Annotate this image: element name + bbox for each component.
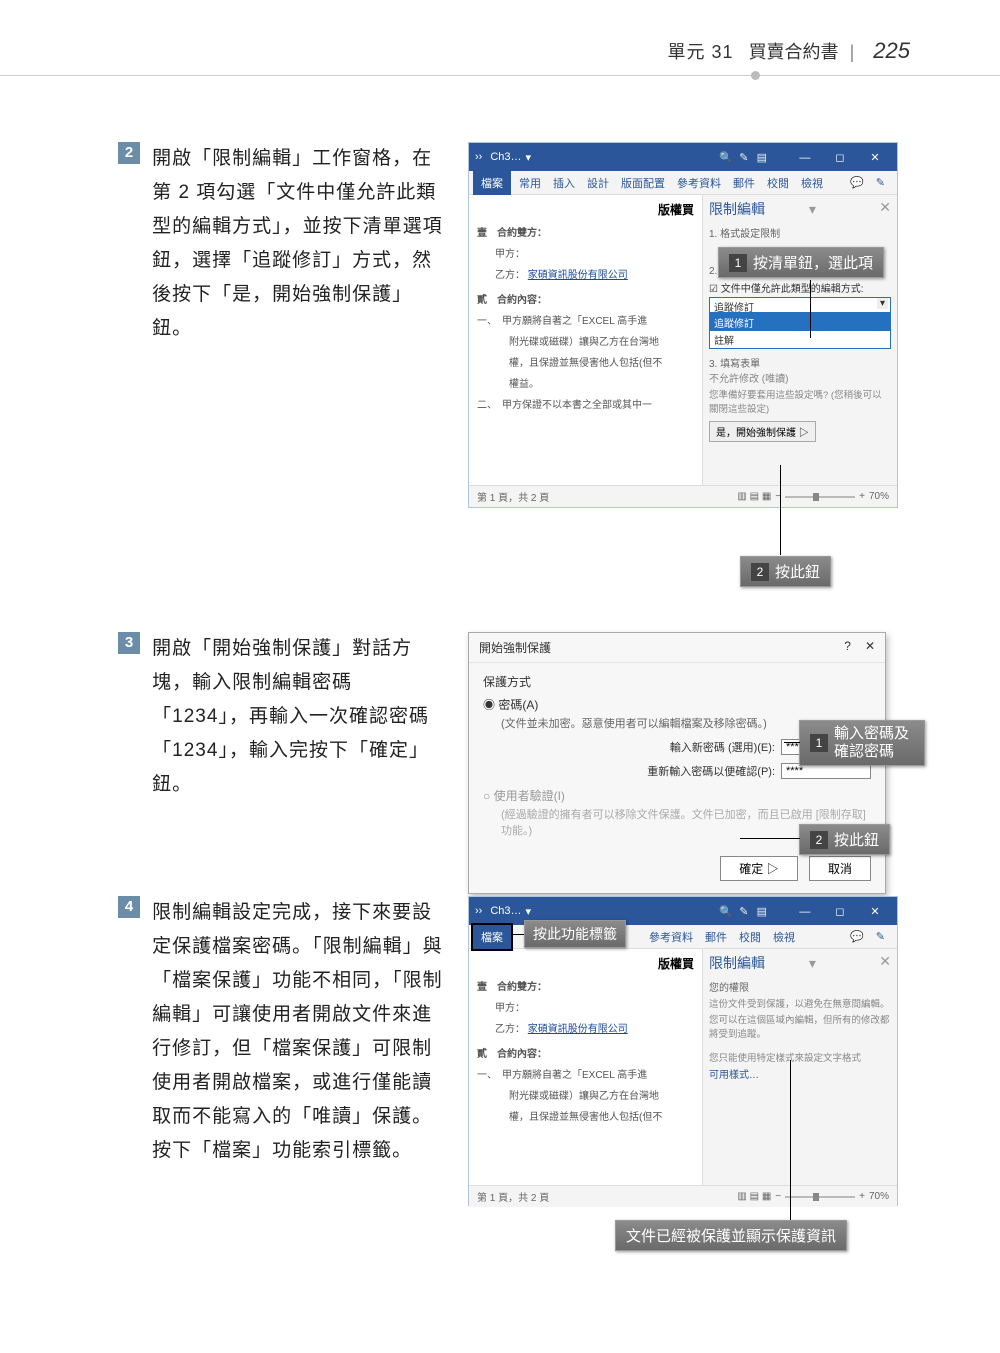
tab-design[interactable]: 設計 (581, 175, 615, 191)
ribbon-collapse-icon[interactable]: ▤ (753, 151, 771, 164)
step-3-text: 開啟「開始強制保護」對話方塊，輸入限制編輯密碼「1234」，再輸入一次確認密碼「… (152, 632, 447, 802)
zoom-slider[interactable] (785, 1196, 855, 1198)
radio-password[interactable]: ◉ 密碼(A) (483, 696, 871, 713)
tab-review[interactable]: 校閱 (761, 175, 795, 191)
chapter-title: 買賣合約書 (749, 42, 839, 62)
step-2: 2 開啟「限制編輯」工作窗格，在第 2 項勾選「文件中僅允許此類型的編輯方式」，… (118, 142, 447, 346)
ok-button[interactable]: 確定 ▷ (720, 856, 797, 881)
tab-references[interactable]: 參考資料 (671, 175, 727, 191)
comment-icon[interactable]: 💬 (844, 176, 870, 189)
step-4-num: 4 (118, 896, 140, 918)
minimize-button[interactable]: — (789, 906, 821, 918)
zoom-slider[interactable] (785, 496, 855, 498)
doc-title: 版權買 (477, 201, 694, 218)
maximize-button[interactable]: ◻ (824, 905, 856, 918)
document-body: 版權買 壹 合約雙方： 甲方： 乙方： 家碩資訊股份有限公司 貳 合約內容： 一… (469, 195, 702, 485)
close-button[interactable]: ✕ (859, 151, 891, 164)
zoom-value: 70% (869, 491, 889, 502)
tab-file[interactable]: 檔案 (473, 925, 511, 949)
pane-title: 限制編輯 (709, 955, 765, 971)
title-bar: ›› Ch3… ▾ 🔍 ✎ ▤ — ◻ ✕ (469, 143, 897, 171)
view-icons[interactable]: ▥ ▤ ▦ (737, 1191, 771, 1202)
callout-3b: 2按此鈕 (799, 824, 890, 855)
qatoolbar[interactable]: ›› (475, 151, 482, 163)
unit-label: 單元 31 (668, 42, 734, 62)
step-4: 4 限制編輯設定完成，接下來要設定保護檔案密碼。「限制編輯」與「檔案保護」功能不… (118, 896, 447, 1168)
available-styles-link[interactable]: 可用樣式… (709, 1066, 891, 1081)
tab-home[interactable]: 常用 (513, 175, 547, 191)
close-button[interactable]: ✕ (859, 905, 891, 918)
perm-label: 您的權限 (709, 979, 891, 994)
callout-3a: 1輸入密碼及確認密碼 (799, 720, 925, 766)
restrict-editing-pane: 限制編輯 ▾ ✕ 1. 格式設定限制 2. 編輯限制 ☑ 文件中僅允許此類型的編… (702, 195, 897, 485)
callout-4a: 按此功能標籤 (524, 920, 626, 948)
restrict-editing-pane: 限制編輯 ▾ ✕ 您的權限 這份文件受到保護，以避免在無意間編輯。 您可以在這個… (702, 949, 897, 1185)
start-enforcing-button[interactable]: 是，開始強制保護 ▷ (709, 421, 816, 442)
tab-mail[interactable]: 郵件 (727, 175, 761, 191)
step-2-text: 開啟「限制編輯」工作窗格，在第 2 項勾選「文件中僅允許此類型的編輯方式」，並按… (152, 142, 447, 346)
callout-2a: 1按清單鈕，選此項 (718, 247, 884, 278)
radio-userauth[interactable]: ○ 使用者驗證(I) (483, 787, 871, 804)
ribbon: 檔案 常用 插入 設計 版面配置 參考資料 郵件 校閱 檢視 💬✎ (469, 171, 897, 195)
ribbon-collapse-icon[interactable]: ▤ (753, 905, 771, 918)
doc-name: Ch3… (490, 151, 521, 163)
dialog-close-icon[interactable]: ✕ (865, 639, 875, 653)
edit-type-combo[interactable]: 追蹤修訂 (709, 297, 891, 313)
share-icon[interactable]: ✎ (870, 930, 891, 943)
doc-title: 版權買 (477, 955, 694, 972)
step-3-num: 3 (118, 632, 140, 654)
doc-name: Ch3… (490, 905, 521, 917)
status-bar: 第 1 頁，共 2 頁 ▥ ▤ ▦ − + 70% (469, 485, 897, 507)
tab-file[interactable]: 檔案 (473, 171, 511, 195)
header-rule (0, 75, 1000, 76)
tab-references[interactable]: 參考資料 (643, 929, 699, 945)
page-indicator: 第 1 頁，共 2 頁 (477, 489, 549, 504)
pane-dropdown-icon[interactable]: ▾ (809, 201, 816, 217)
zoom-value: 70% (869, 1191, 889, 1202)
pane-close-icon[interactable]: ✕ (879, 953, 891, 970)
pane-title: 限制編輯 (709, 201, 765, 217)
page-indicator: 第 1 頁，共 2 頁 (477, 1189, 549, 1204)
allow-edit-checkbox[interactable]: ☑ 文件中僅允許此類型的編輯方式: (709, 280, 891, 295)
step-2-num: 2 (118, 142, 140, 164)
status-bar: 第 1 頁，共 2 頁 ▥ ▤ ▦ − + 70% (469, 1185, 897, 1207)
tab-view[interactable]: 檢視 (767, 929, 801, 945)
help-icon[interactable]: ? (844, 639, 851, 653)
search-icon[interactable]: 🔍 (717, 151, 735, 164)
pane-dropdown-icon[interactable]: ▾ (809, 955, 816, 971)
pen-icon[interactable]: ✎ (735, 905, 753, 918)
view-icons[interactable]: ▥ ▤ ▦ (737, 491, 771, 502)
tab-insert[interactable]: 插入 (547, 175, 581, 191)
tab-view[interactable]: 檢視 (795, 175, 829, 191)
document-body: 版權買 壹 合約雙方： 甲方： 乙方： 家碩資訊股份有限公司 貳 合約內容： 一… (469, 949, 702, 1185)
step-3: 3 開啟「開始強制保護」對話方塊，輸入限制編輯密碼「1234」，再輸入一次確認密… (118, 632, 447, 802)
tab-layout[interactable]: 版面配置 (615, 175, 671, 191)
pane-close-icon[interactable]: ✕ (879, 199, 891, 216)
share-icon[interactable]: ✎ (870, 176, 891, 189)
dialog-title: 開始強制保護 (479, 639, 551, 656)
search-icon[interactable]: 🔍 (717, 905, 735, 918)
maximize-button[interactable]: ◻ (824, 151, 856, 164)
cancel-button[interactable]: 取消 (809, 856, 871, 881)
page-number: 225 (873, 38, 910, 63)
callout-2b: 2按此鈕 (740, 556, 831, 587)
tab-mail[interactable]: 郵件 (699, 929, 733, 945)
minimize-button[interactable]: — (789, 152, 821, 164)
word-window-1: ›› Ch3… ▾ 🔍 ✎ ▤ — ◻ ✕ 檔案 常用 插入 設計 版面配置 參… (468, 142, 898, 508)
callout-4b: 文件已經被保護並顯示保護資訊 (615, 1220, 847, 1251)
tab-review[interactable]: 校閱 (733, 929, 767, 945)
qatoolbar[interactable]: ›› (475, 905, 482, 917)
comment-icon[interactable]: 💬 (844, 930, 870, 943)
page-header: 單元 31 買賣合約書 | 225 (668, 38, 910, 64)
pen-icon[interactable]: ✎ (735, 151, 753, 164)
edit-type-list[interactable]: 追蹤修訂 註解 (709, 313, 891, 349)
step-4-text: 限制編輯設定完成，接下來要設定保護檔案密碼。「限制編輯」與「檔案保護」功能不相同… (152, 896, 447, 1168)
